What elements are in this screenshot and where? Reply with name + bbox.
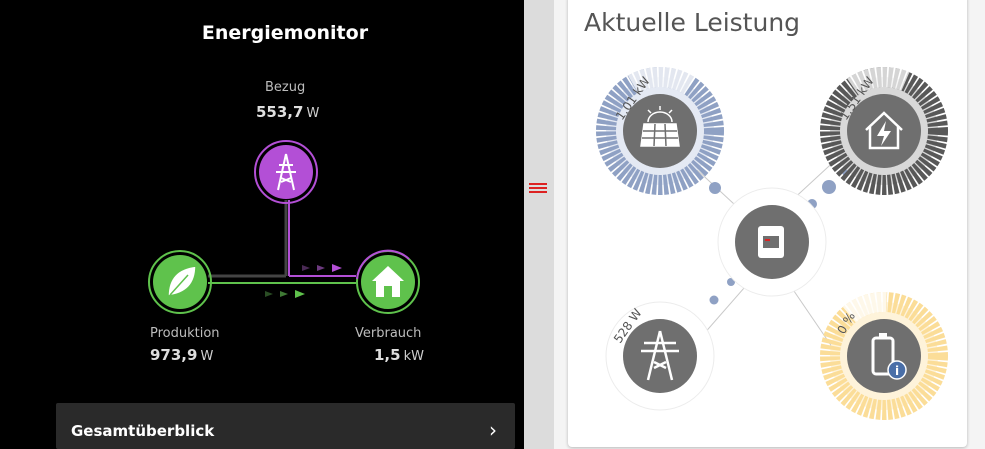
grid-value: 553,7 W (256, 103, 320, 121)
grid-flow-arrows (302, 264, 342, 272)
inverter-node[interactable] (717, 187, 827, 297)
chevron-right-icon: › (489, 418, 497, 442)
production-label: Produktion (150, 326, 220, 341)
energy-flow-diagram (148, 140, 420, 314)
inverter-icon (758, 226, 784, 258)
panel-divider (524, 0, 554, 449)
info-icon[interactable]: i (887, 360, 907, 380)
production-node[interactable] (148, 250, 212, 314)
overview-label: Gesamtüberblick (71, 422, 215, 440)
production-flow-arrows (265, 290, 305, 298)
menu-icon[interactable] (529, 181, 547, 199)
grid-node-right[interactable]: 528 W (605, 301, 715, 411)
overview-button[interactable]: Gesamtüberblick › (56, 403, 515, 449)
power-flow-diagram: 1.01 kW 1.51 kW 528 W i 0 % (596, 66, 960, 432)
consumption-node[interactable] (356, 249, 420, 314)
consumption-label: Verbrauch (355, 326, 422, 341)
production-value: 973,9 W (150, 346, 214, 364)
grid-label: Bezug (265, 80, 306, 95)
battery-node[interactable]: i 0 % (808, 280, 960, 432)
svg-text:i: i (895, 364, 899, 378)
consumption-value: 1,5 kW (374, 346, 424, 364)
grid-node[interactable] (254, 140, 318, 204)
